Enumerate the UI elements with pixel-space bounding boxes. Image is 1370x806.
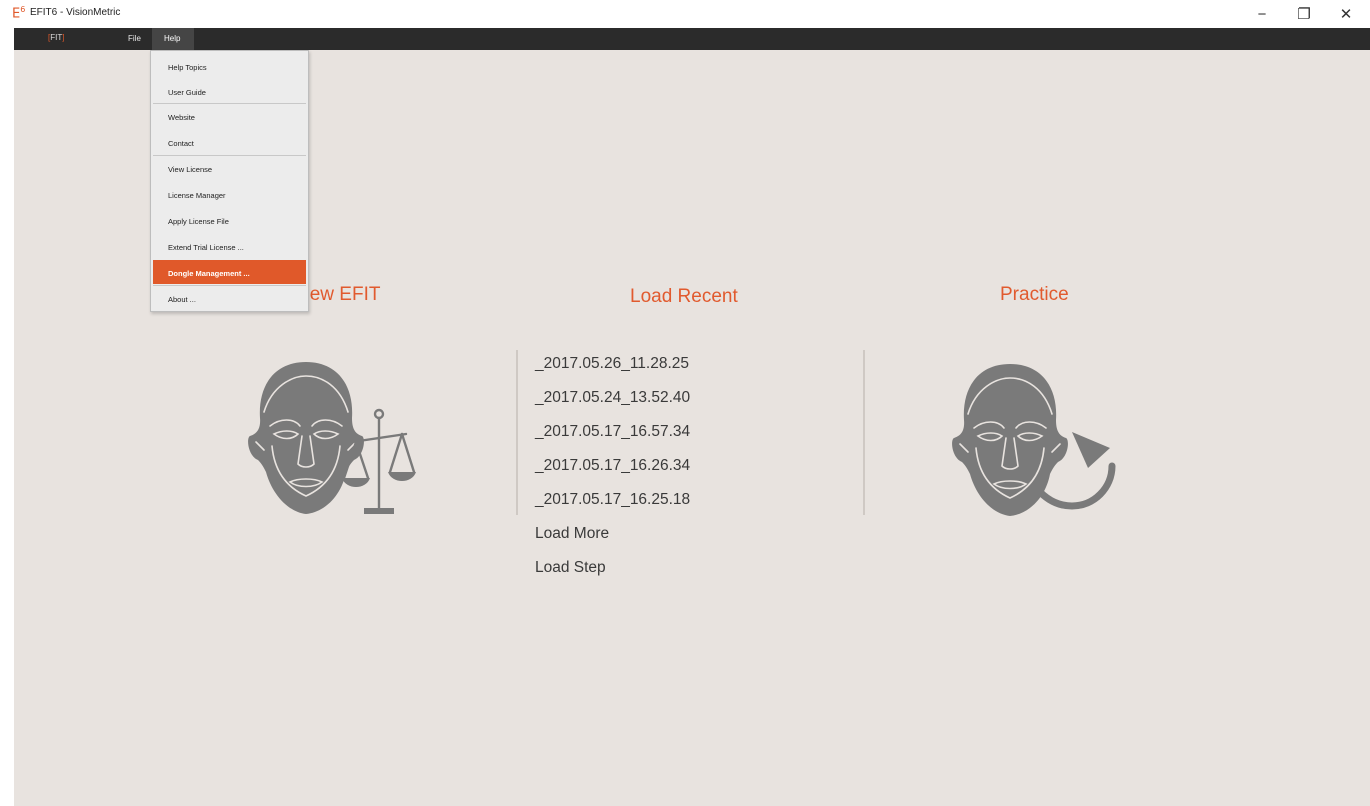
menu-item-user-guide[interactable]: User Guide bbox=[153, 79, 306, 103]
maximize-button[interactable]: ❐ bbox=[1284, 2, 1324, 26]
recent-files-list: _2017.05.26_11.28.25 _2017.05.24_13.52.4… bbox=[535, 352, 690, 590]
recent-file-item[interactable]: _2017.05.24_13.52.40 bbox=[535, 386, 690, 420]
recent-file-item[interactable]: _2017.05.17_16.57.34 bbox=[535, 420, 690, 454]
load-recent-title: Load Recent bbox=[630, 286, 738, 307]
recent-file-item[interactable]: _2017.05.17_16.25.18 bbox=[535, 488, 690, 522]
app-logo-icon: E6 bbox=[12, 5, 26, 22]
window-title: EFIT6 - VisionMetric bbox=[30, 7, 121, 18]
menu-item-view-license[interactable]: View License bbox=[153, 156, 306, 180]
new-efit-face-scales-icon[interactable] bbox=[244, 356, 429, 526]
efit-menu-logo[interactable]: [FIT] bbox=[48, 33, 64, 42]
menu-help[interactable]: Help bbox=[152, 28, 194, 50]
column-divider-left bbox=[516, 350, 518, 515]
help-dropdown-menu: Help Topics User Guide Website Contact V… bbox=[150, 50, 309, 312]
menu-item-contact[interactable]: Contact bbox=[153, 130, 306, 154]
menu-item-website[interactable]: Website bbox=[153, 104, 306, 128]
practice-face-rotate-icon[interactable] bbox=[948, 358, 1133, 528]
column-divider-right bbox=[863, 350, 865, 515]
menu-file[interactable]: File bbox=[122, 28, 147, 50]
load-more-link[interactable]: Load More bbox=[535, 522, 690, 556]
minimize-button[interactable]: − bbox=[1242, 2, 1282, 26]
load-step-link[interactable]: Load Step bbox=[535, 556, 690, 590]
practice-title[interactable]: Practice bbox=[1000, 284, 1069, 306]
menu-bar: [FIT] File Help bbox=[14, 28, 1370, 50]
close-button[interactable]: ✕ bbox=[1326, 2, 1366, 26]
menu-item-apply-license-file[interactable]: Apply License File bbox=[153, 208, 306, 232]
recent-file-item[interactable]: _2017.05.17_16.26.34 bbox=[535, 454, 690, 488]
recent-file-item[interactable]: _2017.05.26_11.28.25 bbox=[535, 352, 690, 386]
menu-item-about[interactable]: About ... bbox=[153, 286, 306, 310]
menu-item-dongle-management[interactable]: Dongle Management ... bbox=[153, 260, 306, 284]
menu-item-extend-trial-license[interactable]: Extend Trial License ... bbox=[153, 234, 306, 258]
menu-item-help-topics[interactable]: Help Topics bbox=[153, 54, 306, 78]
menu-item-license-manager[interactable]: License Manager bbox=[153, 182, 306, 206]
title-bar: E6 EFIT6 - VisionMetric − ❐ ✕ bbox=[0, 0, 1370, 28]
